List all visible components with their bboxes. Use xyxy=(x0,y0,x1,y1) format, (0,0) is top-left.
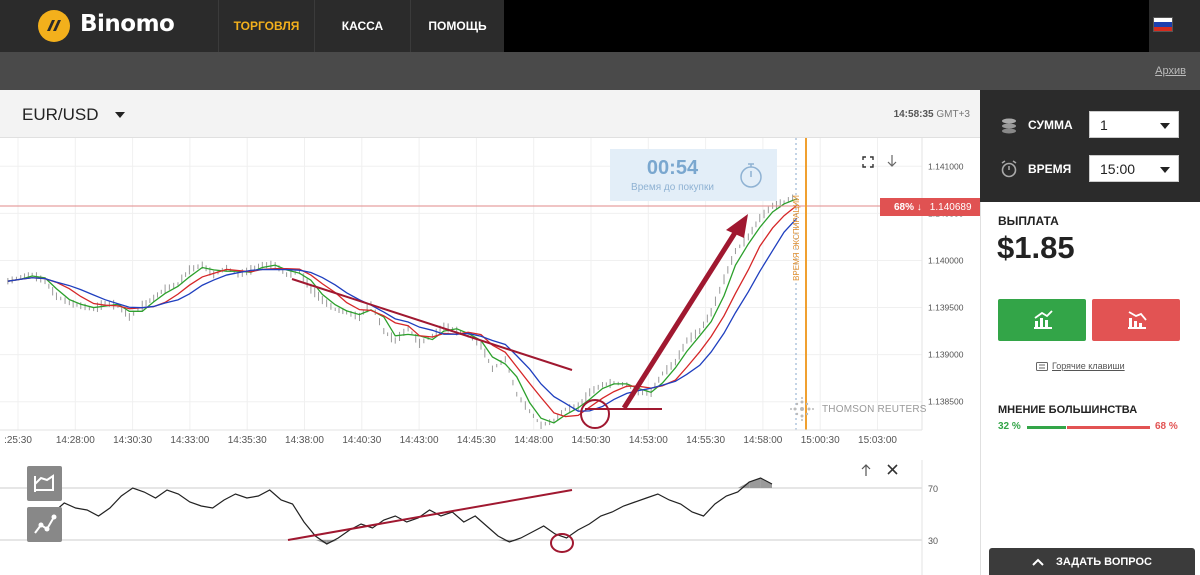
fullscreen-icon[interactable] xyxy=(862,156,874,168)
divergence-line-annotation xyxy=(287,489,573,541)
watermark-text: THOMSON REUTERS xyxy=(822,403,927,415)
osc-level-70: 70 xyxy=(928,484,938,494)
arrow-head-icon xyxy=(726,214,748,238)
thomson-reuters-logo: THOMSON REUTERS xyxy=(788,397,927,421)
hotkeys-link[interactable]: Горячие клавиши xyxy=(1036,361,1125,371)
price-tag-value: 1.140689 xyxy=(929,201,972,213)
x-tick-label: 15:03:00 xyxy=(858,435,897,446)
x-tick-label: 14:40:30 xyxy=(342,435,381,446)
current-price-tag: 68% ↓ 1.140689 xyxy=(880,198,980,216)
x-tick-label: 14:55:30 xyxy=(686,435,725,446)
x-tick-label: 15:00:30 xyxy=(801,435,840,446)
amount-value: 1 xyxy=(1100,117,1108,133)
ask-question-label: ЗАДАТЬ ВОПРОС xyxy=(1056,555,1152,568)
nav-trading[interactable]: ТОРГОВЛЯ xyxy=(218,0,314,52)
chart-grid xyxy=(0,138,922,430)
nav-help[interactable]: ПОМОЩЬ xyxy=(410,0,504,52)
price-tag-percent: 68% ↓ xyxy=(894,201,922,213)
language-flag-icon[interactable] xyxy=(1153,17,1173,32)
x-tick-label: 14:30:30 xyxy=(113,435,152,446)
clock-timezone: GMT+3 xyxy=(936,109,970,120)
timer-label: Время до покупки xyxy=(631,182,714,193)
alarm-clock-icon xyxy=(1001,160,1017,178)
majority-down-bar xyxy=(1067,426,1150,429)
ask-question-button[interactable]: ЗАДАТЬ ВОПРОС xyxy=(989,548,1195,575)
x-tick-label: 14:33:00 xyxy=(170,435,209,446)
buy-timer: 00:54 Время до покупки xyxy=(610,149,777,201)
majority-down-percent: 68 % xyxy=(1155,421,1178,432)
y-tick-label: 1.141000 xyxy=(928,161,964,171)
server-clock: 14:58:35 GMT+3 xyxy=(894,109,970,120)
x-tick-label: 14:35:30 xyxy=(228,435,267,446)
chart-header: EUR/USD 14:58:35 GMT+3 xyxy=(0,90,980,138)
y-tick-label: 1.139000 xyxy=(928,350,964,360)
indicator-icon xyxy=(34,474,54,492)
keyboard-icon xyxy=(1036,361,1048,371)
y-tick-label: 1.139500 xyxy=(928,303,964,313)
arrow-annotation xyxy=(621,226,741,410)
archive-link[interactable]: Архив xyxy=(1155,65,1186,77)
stopwatch-icon xyxy=(740,163,762,188)
amount-select[interactable]: 1 xyxy=(1089,111,1179,138)
majority-opinion-label: МНЕНИЕ БОЛЬШИНСТВА xyxy=(998,404,1138,416)
amount-label: СУММА xyxy=(1028,118,1073,132)
hotkeys-text: Горячие клавиши xyxy=(1052,361,1125,371)
osc-level-30: 30 xyxy=(928,536,938,546)
x-tick-label: 14:43:00 xyxy=(400,435,439,446)
brand-logo-icon xyxy=(38,10,70,42)
x-tick-label: 14:38:00 xyxy=(285,435,324,446)
y-tick-label: 1.140000 xyxy=(928,255,964,265)
reuters-dots-icon xyxy=(790,397,814,421)
trend-line-annotation xyxy=(291,278,573,371)
sub-bar: Архив xyxy=(0,52,1200,90)
moving-averages xyxy=(7,198,798,424)
asset-selector[interactable]: EUR/USD xyxy=(22,105,99,125)
chevron-down-icon xyxy=(1160,167,1170,173)
coins-icon xyxy=(1002,118,1016,134)
oscillator-chart[interactable]: 70 30 xyxy=(0,460,980,575)
x-tick-label: 14:28:00 xyxy=(56,435,95,446)
payout-value: $1.85 xyxy=(997,230,1075,265)
line-tool-icon xyxy=(34,514,57,534)
x-tick-label: 14:48:00 xyxy=(514,435,553,446)
close-icon[interactable] xyxy=(886,463,899,476)
put-down-button[interactable] xyxy=(1092,299,1180,341)
arrow-up-icon[interactable] xyxy=(860,463,872,477)
time-value: 15:00 xyxy=(1100,161,1136,177)
chart-up-icon xyxy=(1034,310,1053,329)
chevron-up-icon xyxy=(1032,558,1044,566)
x-tick-label: 14:45:30 xyxy=(457,435,496,446)
indicator-button[interactable] xyxy=(27,466,62,501)
x-tick-label: 14:50:30 xyxy=(572,435,611,446)
moving-average-line xyxy=(7,204,798,418)
majority-up-bar xyxy=(1027,426,1066,429)
y-tick-label: 1.138500 xyxy=(928,397,964,407)
x-tick-label: 14:58:00 xyxy=(743,435,782,446)
expiry-label: ВРЕМЯ ЭКСПИРАЦИИ xyxy=(792,195,801,281)
time-select[interactable]: 15:00 xyxy=(1089,155,1179,182)
x-tick-label: 14:53:00 xyxy=(629,435,668,446)
drawing-tools-button[interactable] xyxy=(27,507,62,542)
chevron-down-icon xyxy=(1160,123,1170,129)
chart-down-icon xyxy=(1128,311,1147,329)
arrow-down-icon[interactable] xyxy=(886,154,898,168)
x-axis-ticks: :25:30 14:28:00 14:30:30 14:33:00 14:35:30 14… xyxy=(4,435,897,446)
redacted-area xyxy=(504,0,1149,52)
trade-settings-panel: СУММА ВРЕМЯ xyxy=(980,90,1200,202)
top-bar: Binomo ТОРГОВЛЯ КАССА ПОМОЩЬ xyxy=(0,0,1200,52)
brand-name: Binomo xyxy=(80,11,175,37)
call-up-button[interactable] xyxy=(998,299,1086,341)
moving-average-line xyxy=(7,198,798,424)
time-label: ВРЕМЯ xyxy=(1028,162,1072,176)
timer-value: 00:54 xyxy=(646,157,699,179)
brand-logo[interactable]: Binomo xyxy=(0,0,218,52)
majority-up-percent: 32 % xyxy=(998,421,1021,432)
x-tick-label: :25:30 xyxy=(4,435,32,446)
price-ticks xyxy=(7,194,794,429)
chevron-down-icon[interactable] xyxy=(115,112,125,118)
clock-time: 14:58:35 xyxy=(893,109,934,120)
nav-cashier[interactable]: КАССА xyxy=(314,0,410,52)
payout-label: ВЫПЛАТА xyxy=(998,214,1059,228)
